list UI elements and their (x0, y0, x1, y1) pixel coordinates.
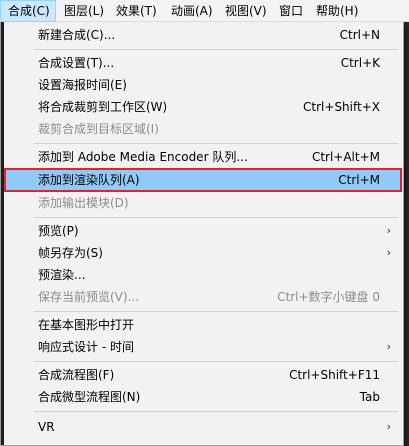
menu-separator (34, 217, 398, 218)
menu-item-save-frame-as[interactable]: 帧另存为(S) › (4, 242, 402, 264)
menubar-layer[interactable]: 图层(L) (56, 0, 108, 22)
menu-item-vr[interactable]: VR › (4, 416, 402, 438)
menu-separator (34, 411, 398, 412)
menu-item-label: 设置海报时间(E) (38, 78, 127, 92)
menu-separator (34, 143, 398, 144)
menubar-window[interactable]: 窗口 (271, 0, 308, 22)
menu-item-add-to-media-encoder-queue[interactable]: 添加到 Adobe Media Encoder 队列... Ctrl+Alt+M (4, 146, 402, 168)
chevron-right-icon: › (386, 224, 391, 237)
menu-item-label: 将合成裁剪到工作区(W) (38, 100, 168, 114)
menu-item-label: 响应式设计 - 时间 (38, 340, 134, 354)
menu-item-add-to-render-queue[interactable]: 添加到渲染队列(A) Ctrl+M (4, 168, 402, 192)
menu-separator (34, 49, 398, 50)
menubar-effect[interactable]: 效果(T) (108, 0, 163, 22)
menu-item-shortcut: Ctrl+Shift+F11 (289, 368, 380, 382)
menu-item-composition-mini-flowchart[interactable]: 合成微型流程图(N) Tab (4, 386, 402, 408)
menu-item-label: 合成流程图(F) (38, 368, 115, 382)
menu-item-label: 添加输出模块(D) (38, 196, 129, 210)
menu-item-composition-settings[interactable]: 合成设置(T)... Ctrl+K (4, 52, 402, 74)
menubar-composition[interactable]: 合成(C) (0, 0, 56, 22)
menu-item-crop-comp-to-region: 裁剪合成到目标区域(I) (4, 118, 402, 140)
chevron-right-icon: › (386, 246, 391, 259)
menu-item-shortcut: Ctrl+数字小键盘 0 (277, 290, 380, 304)
menu-item-label: 裁剪合成到目标区域(I) (38, 122, 159, 136)
menu-item-label: 预渲染... (38, 268, 86, 282)
menu-item-new-composition[interactable]: 新建合成(C)... Ctrl+N (4, 24, 402, 46)
menu-item-shortcut: Ctrl+N (339, 28, 380, 42)
menu-item-shortcut: Ctrl+Alt+M (311, 150, 380, 164)
menu-item-open-in-essential-graphics[interactable]: 在基本图形中打开 (4, 314, 402, 336)
menu-item-add-output-module: 添加输出模块(D) (4, 192, 402, 214)
menu-item-label: 合成设置(T)... (38, 56, 115, 70)
menu-item-shortcut: Ctrl+K (340, 56, 380, 70)
menubar-help[interactable]: 帮助(H) (308, 0, 364, 22)
menu-item-label: 预览(P) (38, 224, 79, 238)
menu-item-label: 在基本图形中打开 (38, 318, 135, 332)
menu-item-shortcut: Ctrl+M (338, 173, 380, 187)
menu-item-label: VR (38, 420, 55, 434)
composition-dropdown-menu: 新建合成(C)... Ctrl+N 合成设置(T)... Ctrl+K 设置海报… (0, 22, 404, 446)
menu-item-label: 添加到 Adobe Media Encoder 队列... (38, 150, 248, 164)
menu-item-responsive-design-time[interactable]: 响应式设计 - 时间 › (4, 336, 402, 358)
menu-item-set-poster-time[interactable]: 设置海报时间(E) (4, 74, 402, 96)
menu-bar: 合成(C) 图层(L) 效果(T) 动画(A) 视图(V) 窗口 帮助(H) (0, 0, 409, 22)
menu-item-label: 帧另存为(S) (38, 246, 103, 260)
menu-item-preview[interactable]: 预览(P) › (4, 220, 402, 242)
menu-item-pre-render[interactable]: 预渲染... (4, 264, 402, 286)
menubar-view[interactable]: 视图(V) (217, 0, 271, 22)
chevron-right-icon: › (386, 340, 391, 353)
menubar-animation[interactable]: 动画(A) (163, 0, 217, 22)
menu-item-label: 新建合成(C)... (38, 28, 116, 42)
menu-item-label: 添加到渲染队列(A) (38, 173, 140, 187)
menu-item-label: 合成微型流程图(N) (38, 390, 141, 404)
menu-item-label: 保存当前预览(V)... (38, 290, 140, 304)
menu-item-save-current-preview: 保存当前预览(V)... Ctrl+数字小键盘 0 (4, 286, 402, 308)
menu-separator (34, 361, 398, 362)
menu-item-shortcut: Ctrl+Shift+X (303, 100, 380, 114)
menu-item-shortcut: Tab (359, 390, 380, 404)
menu-item-trim-comp-to-work-area[interactable]: 将合成裁剪到工作区(W) Ctrl+Shift+X (4, 96, 402, 118)
menu-separator (34, 311, 398, 312)
chevron-right-icon: › (386, 420, 391, 433)
menu-item-composition-flowchart[interactable]: 合成流程图(F) Ctrl+Shift+F11 (4, 364, 402, 386)
